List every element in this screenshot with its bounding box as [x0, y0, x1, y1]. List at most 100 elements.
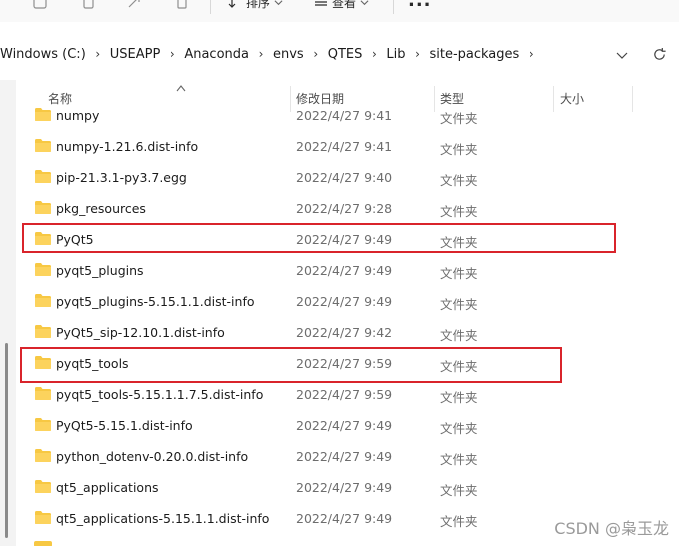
breadcrumb-item[interactable]: envs: [271, 47, 306, 62]
file-name: PyQt5_sip-12.10.1.dist-info: [56, 325, 225, 340]
chevron-down-icon: [360, 0, 369, 5]
file-type: 文件夹: [440, 204, 478, 219]
chevron-down-icon: [274, 0, 283, 5]
chevron-right-icon[interactable]: ›: [521, 47, 541, 61]
folder-icon: [34, 200, 52, 215]
breadcrumb-item[interactable]: site-packages: [427, 47, 521, 62]
file-name: python_dotenv-0.20.0.dist-info: [56, 449, 249, 464]
file-name: pyqt5_plugins: [56, 263, 144, 278]
view-button[interactable]: 查看: [314, 0, 369, 11]
file-date: 2022/4/27 9:42: [296, 325, 393, 340]
toolbar: 排序 查看 ...: [0, 0, 679, 22]
view-label: 查看: [332, 0, 357, 10]
file-row[interactable]: pkg_resources 2022/4/27 9:28 文件夹: [16, 193, 679, 224]
delete-icon[interactable]: [174, 0, 194, 12]
file-name: numpy-1.21.6.dist-info: [56, 139, 199, 154]
chevron-right-icon[interactable]: ›: [251, 47, 271, 61]
share-icon[interactable]: [126, 0, 146, 12]
highlight-box: [22, 223, 616, 253]
copy-icon[interactable]: [80, 0, 100, 12]
folder-icon: [34, 541, 52, 546]
chevron-right-icon[interactable]: ›: [162, 47, 182, 61]
file-row[interactable]: pyqt5_plugins 2022/4/27 9:49 文件夹: [16, 255, 679, 286]
breadcrumb-item[interactable]: USEAPP: [108, 47, 163, 62]
highlight-box: [20, 347, 562, 383]
toolbar-divider: [393, 0, 394, 14]
folder-icon: [34, 386, 52, 401]
file-date: 2022/4/27 9:41: [296, 139, 393, 154]
file-type: 文件夹: [440, 421, 478, 436]
file-row[interactable]: numpy-1.21.6.dist-info 2022/4/27 9:41 文件夹: [16, 131, 679, 162]
file-date: 2022/4/27 9:28: [296, 201, 393, 216]
scrollbar-thumb[interactable]: [5, 343, 8, 538]
file-type: 文件夹: [440, 297, 478, 312]
sort-icon: [228, 0, 236, 8]
file-row[interactable]: pyqt5_tools-5.15.1.1.7.5.dist-info 2022/4…: [16, 379, 679, 410]
file-name: pyqt5_plugins-5.15.1.1.dist-info: [56, 294, 255, 309]
file-name: PyQt5-5.15.1.dist-info: [56, 418, 193, 433]
file-name: pyqt5_tools-5.15.1.1.7.5.dist-info: [56, 387, 264, 402]
folder-icon: [34, 324, 52, 339]
chevron-right-icon[interactable]: ›: [407, 47, 427, 61]
view-icon: [315, 1, 327, 6]
file-type: 文件夹: [440, 328, 478, 343]
watermark: CSDN @枭玉龙: [554, 519, 669, 538]
file-date: 2022/4/27 9:49: [296, 294, 393, 309]
folder-icon: [34, 479, 52, 494]
file-date: 2022/4/27 9:41: [296, 108, 393, 123]
more-options-button[interactable]: ...: [408, 0, 432, 11]
file-date: 2022/4/27 9:59: [296, 387, 393, 402]
file-row[interactable]: numpy 2022/4/27 9:41 文件夹: [16, 100, 679, 131]
sort-button[interactable]: 排序: [228, 0, 283, 11]
file-row[interactable]: python_dotenv-0.20.0.dist-info 2022/4/27 …: [16, 441, 679, 472]
sort-ascending-icon: [176, 81, 186, 92]
file-type: 文件夹: [440, 452, 478, 467]
breadcrumb-item[interactable]: QTES: [326, 47, 365, 62]
file-explorer-window: 排序 查看 ... Windows (C:) › USEAPP › Anaconda › e…: [0, 0, 679, 546]
file-name: pip-21.3.1-py3.7.egg: [56, 170, 187, 185]
breadcrumb-item[interactable]: Anaconda: [182, 47, 251, 62]
file-row[interactable]: qt5_applications 2022/4/27 9:49 文件夹: [16, 472, 679, 503]
file-date: 2022/4/27 9:49: [296, 480, 393, 495]
file-date: 2022/4/27 9:49: [296, 511, 393, 526]
folder-icon: [34, 417, 52, 432]
file-name: pkg_resources: [56, 201, 146, 216]
folder-icon: [34, 169, 52, 184]
folder-icon: [34, 293, 52, 308]
folder-icon: [34, 262, 52, 277]
toolbar-divider: [210, 0, 211, 14]
folder-icon: [34, 510, 52, 525]
file-name: numpy: [56, 108, 100, 123]
file-row[interactable]: pyqt5_plugins-5.15.1.1.dist-info 2022/4/2…: [16, 286, 679, 317]
navigation-pane: [0, 80, 16, 546]
file-type: 文件夹: [440, 390, 478, 405]
sort-label: 排序: [246, 0, 271, 10]
chevron-right-icon[interactable]: ›: [88, 47, 108, 61]
file-name: qt5_applications: [56, 480, 159, 495]
folder-icon: [34, 448, 52, 463]
file-date: 2022/4/27 9:49: [296, 449, 393, 464]
address-bar[interactable]: Windows (C:) › USEAPP › Anaconda › envs › QTES › L…: [0, 38, 638, 70]
file-date: 2022/4/27 9:49: [296, 418, 393, 433]
file-type: 文件夹: [440, 483, 478, 498]
file-type: 文件夹: [440, 514, 478, 529]
file-date: 2022/4/27 9:49: [296, 263, 393, 278]
folder-icon: [34, 138, 52, 153]
chevron-down-icon[interactable]: [615, 47, 629, 61]
new-item-icon[interactable]: [32, 0, 52, 12]
chevron-right-icon[interactable]: ›: [306, 47, 326, 61]
file-row[interactable]: PyQt5-5.15.1.dist-info 2022/4/27 9:49 文件夹: [16, 410, 679, 441]
file-type: 文件夹: [440, 142, 478, 157]
breadcrumb-item[interactable]: Lib: [384, 47, 407, 62]
file-name: qt5_applications-5.15.1.1.dist-info: [56, 511, 270, 526]
file-row[interactable]: pip-21.3.1-py3.7.egg 2022/4/27 9:40 文件夹: [16, 162, 679, 193]
file-row[interactable]: PyQt5_sip-12.10.1.dist-info 2022/4/27 9:4…: [16, 317, 679, 348]
refresh-icon[interactable]: [652, 47, 667, 62]
address-bar-row: Windows (C:) › USEAPP › Anaconda › envs › QTES › L…: [0, 36, 679, 74]
chevron-right-icon[interactable]: ›: [364, 47, 384, 61]
folder-icon: [34, 107, 52, 122]
file-type: 文件夹: [440, 111, 478, 126]
file-date: 2022/4/27 9:40: [296, 170, 393, 185]
breadcrumb-item[interactable]: Windows (C:): [0, 47, 88, 62]
file-type: 文件夹: [440, 266, 478, 281]
